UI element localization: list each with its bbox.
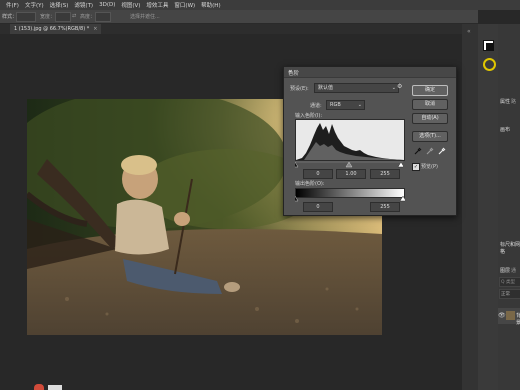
preset-select[interactable]: 默认值 ⌄: [314, 83, 399, 93]
preset-options-icon[interactable]: ⚙: [397, 83, 402, 90]
input-black-field[interactable]: 0: [303, 169, 333, 179]
select-and-mask-button[interactable]: 选择并遮住...: [130, 13, 160, 20]
channels-tab[interactable]: 通: [511, 267, 516, 274]
input-white-value: 255: [380, 171, 390, 177]
output-white-value: 255: [380, 204, 390, 210]
menu-filter[interactable]: 滤镜(T): [74, 1, 93, 9]
channel-label: 通道:: [310, 103, 322, 109]
input-slider-track: [291, 161, 405, 168]
input-black-value: 0: [316, 171, 320, 177]
output-white-field[interactable]: 255: [370, 202, 400, 212]
menu-view[interactable]: 视图(V): [121, 1, 140, 9]
properties-tab[interactable]: 属性: [500, 98, 510, 105]
preview-label: 预览(P): [421, 164, 438, 170]
levels-dialog: 色阶 × 预设(E): 默认值 ⌄ ⚙ 通道: RGB ⌄ 输入色阶(I): 0…: [283, 66, 457, 216]
options-button[interactable]: 选项(T)...: [412, 131, 448, 142]
input-gamma-value: 1.00: [345, 171, 357, 177]
channel-value: RGB: [330, 102, 341, 108]
histogram-graph: [296, 123, 404, 160]
input-gamma-field[interactable]: 1.00: [336, 169, 366, 179]
histogram: [295, 119, 405, 161]
auto-button-label: 自动(A): [421, 115, 439, 121]
chevron-down-icon: ⌄: [391, 85, 396, 91]
black-eyedropper-icon[interactable]: [414, 147, 422, 155]
collapse-arrows-icon[interactable]: «: [467, 28, 471, 35]
menu-type[interactable]: 文字(Y): [25, 1, 44, 9]
white-point-handle[interactable]: [397, 161, 405, 168]
blend-mode-value: 正常: [501, 292, 510, 297]
menu-help[interactable]: 帮助(H): [201, 1, 220, 9]
menu-window[interactable]: 窗口(W): [174, 1, 195, 9]
width-input[interactable]: [55, 12, 71, 22]
width-label: 宽度：: [40, 14, 56, 20]
height-input[interactable]: [95, 12, 111, 22]
output-black-value: 0: [316, 204, 320, 210]
close-tab-icon[interactable]: ×: [93, 26, 97, 32]
dialog-title-bar[interactable]: 色阶 ×: [284, 67, 456, 78]
input-levels-slider[interactable]: [291, 160, 405, 168]
preset-value: 默认值: [318, 85, 334, 91]
layer-search-field[interactable]: Q 类型: [499, 277, 520, 287]
background-color-swatch[interactable]: [486, 43, 494, 51]
style-field[interactable]: [16, 12, 36, 22]
input-white-field[interactable]: 255: [370, 169, 400, 179]
menu-3d[interactable]: 3D(D): [99, 2, 115, 8]
canvas-section-header[interactable]: 画布: [500, 126, 510, 133]
taskbar-icons: [34, 382, 74, 390]
style-select[interactable]: 样式：: [2, 13, 17, 20]
layer-thumbnail: [506, 311, 515, 320]
document-tab[interactable]: 1 (153).jpg @ 66.7%(RGB/8) * ×: [10, 24, 102, 34]
blend-mode-select[interactable]: 正常: [499, 289, 520, 299]
black-point-handle[interactable]: [291, 161, 299, 168]
input-levels-label: 输入色阶(I):: [295, 113, 323, 119]
right-panel: 属性 路 画布 标尺和网格 图层 通 Q 类型 正常 👁 背景: [498, 24, 520, 390]
gamma-handle[interactable]: [345, 161, 353, 168]
auto-button[interactable]: 自动(A): [412, 113, 448, 124]
document-tab-bar: 1 (153).jpg @ 66.7%(RGB/8) * ×: [0, 24, 462, 34]
eye-icon[interactable]: 👁: [498, 312, 506, 319]
options-bar: 样式： 宽度： ⇄ 高度： 选择并遮住...: [0, 10, 478, 24]
ok-button-label: 确定: [424, 87, 435, 93]
ok-button[interactable]: 确定: [412, 85, 448, 96]
document-tab-title: 1 (153).jpg @ 66.7%(RGB/8) *: [14, 26, 90, 32]
preset-label: 预设(E):: [290, 86, 309, 92]
app-icon[interactable]: [34, 384, 44, 390]
rulers-grid-section[interactable]: 标尺和网格: [500, 241, 520, 255]
collapsed-panel-strip: «: [462, 24, 478, 390]
output-levels-label: 输出色阶(O):: [295, 181, 325, 187]
layers-tab[interactable]: 图层: [500, 267, 510, 274]
paths-tab[interactable]: 路: [511, 98, 516, 105]
gray-eyedropper-icon[interactable]: [426, 147, 434, 155]
layer-row[interactable]: 👁 背景: [498, 308, 520, 326]
layer-name: 背景: [516, 313, 520, 326]
layer-search-placeholder: Q 类型: [501, 280, 515, 285]
swap-icon[interactable]: ⇄: [72, 13, 76, 19]
app-icon[interactable]: [48, 385, 62, 390]
menu-plugins[interactable]: 增效工具: [146, 1, 168, 9]
close-icon[interactable]: ×: [288, 69, 451, 75]
tool-column: [478, 24, 498, 390]
cancel-button-label: 取消: [424, 101, 435, 107]
height-label: 高度：: [80, 14, 96, 20]
color-wheel-icon[interactable]: [483, 58, 496, 71]
white-eyedropper-icon[interactable]: [438, 147, 446, 155]
chevron-down-icon: ⌄: [357, 102, 362, 108]
menu-file[interactable]: 件(F): [6, 1, 19, 9]
output-white-handle[interactable]: [399, 196, 405, 202]
preview-checkbox[interactable]: ✓: [412, 163, 420, 171]
options-button-label: 选项(T)...: [419, 133, 441, 139]
menu-bar: 件(F) 文字(Y) 选择(S) 滤镜(T) 3D(D) 视图(V) 增效工具 …: [0, 0, 520, 10]
output-black-field[interactable]: 0: [303, 202, 333, 212]
output-black-handle[interactable]: [295, 196, 299, 202]
channel-select[interactable]: RGB ⌄: [326, 100, 365, 110]
menu-select[interactable]: 选择(S): [50, 1, 69, 9]
cancel-button[interactable]: 取消: [412, 99, 448, 110]
